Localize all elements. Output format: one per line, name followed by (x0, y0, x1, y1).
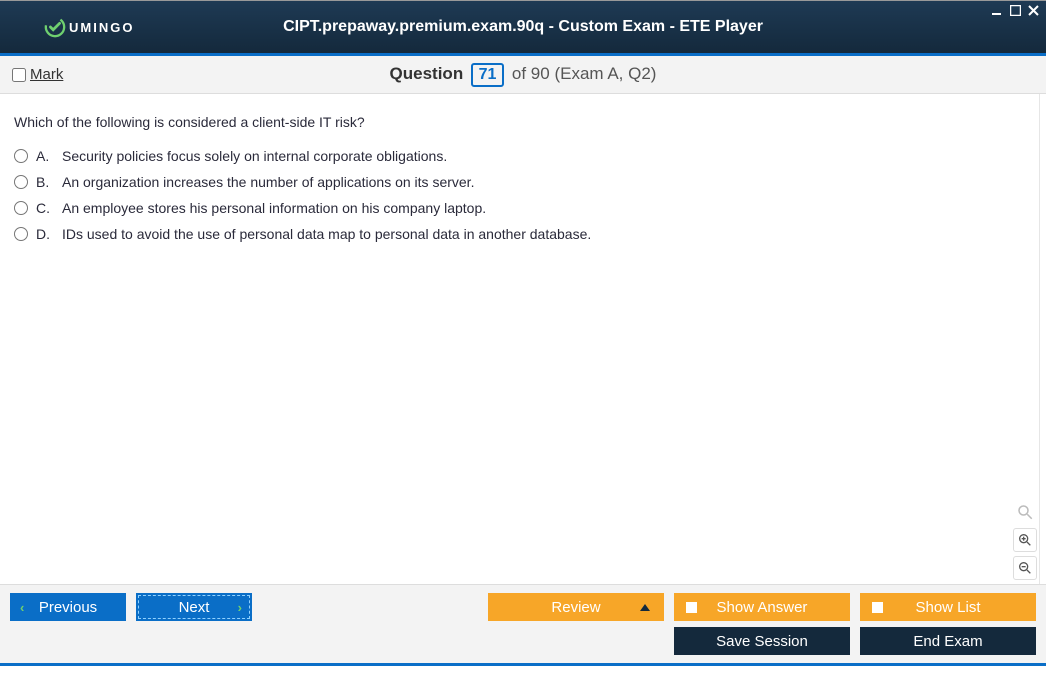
checkmark-icon (44, 16, 66, 38)
next-label: Next (179, 599, 210, 616)
answer-radio[interactable] (14, 149, 28, 163)
divider (0, 663, 1046, 666)
question-number: 71 (471, 63, 505, 87)
review-button[interactable]: Review (488, 593, 664, 621)
answer-letter: B. (36, 174, 54, 190)
chevron-right-icon: › (238, 600, 242, 615)
show-list-label: Show List (915, 599, 980, 616)
stop-icon (872, 602, 883, 613)
window-title: CIPT.prepaway.premium.exam.90q - Custom … (0, 18, 1046, 36)
save-session-label: Save Session (716, 633, 808, 650)
zoom-in-icon[interactable] (1013, 528, 1037, 552)
previous-button[interactable]: ‹ Previous (10, 593, 126, 621)
stop-icon (686, 602, 697, 613)
show-answer-label: Show Answer (717, 599, 808, 616)
search-icon[interactable] (1013, 500, 1037, 524)
question-counter: Question 71 of 90 (Exam A, Q2) (0, 63, 1046, 87)
info-bar: Mark Question 71 of 90 (Exam A, Q2) (0, 56, 1046, 94)
end-exam-button[interactable]: End Exam (860, 627, 1036, 655)
end-exam-label: End Exam (913, 633, 982, 650)
answer-option[interactable]: B. An organization increases the number … (14, 174, 1025, 190)
answer-list: A. Security policies focus solely on int… (14, 148, 1025, 242)
answer-text: IDs used to avoid the use of personal da… (62, 226, 591, 242)
zoom-out-icon[interactable] (1013, 556, 1037, 580)
answer-radio[interactable] (14, 201, 28, 215)
answer-letter: A. (36, 148, 54, 164)
mark-checkbox[interactable]: Mark (12, 66, 63, 83)
window-controls (990, 3, 1040, 17)
titlebar: UMINGO CIPT.prepaway.premium.exam.90q - … (0, 1, 1046, 53)
answer-letter: D. (36, 226, 54, 242)
brand-text: UMINGO (69, 20, 134, 35)
next-button[interactable]: Next › (136, 593, 252, 621)
answer-text: Security policies focus solely on intern… (62, 148, 447, 164)
answer-letter: C. (36, 200, 54, 216)
answer-option[interactable]: C. An employee stores his personal infor… (14, 200, 1025, 216)
maximize-icon[interactable] (1008, 3, 1022, 17)
review-label: Review (551, 599, 600, 616)
answer-radio[interactable] (14, 227, 28, 241)
window: UMINGO CIPT.prepaway.premium.exam.90q - … (0, 0, 1046, 666)
answer-text: An employee stores his personal informat… (62, 200, 486, 216)
mark-input[interactable] (12, 68, 26, 82)
answer-text: An organization increases the number of … (62, 174, 474, 190)
question-text: Which of the following is considered a c… (14, 114, 1025, 130)
previous-label: Previous (39, 599, 97, 616)
brand-logo: UMINGO (44, 16, 134, 38)
chevron-left-icon: ‹ (20, 600, 24, 615)
minimize-icon[interactable] (990, 3, 1004, 17)
question-of: of 90 (Exam A, Q2) (512, 64, 657, 83)
toolbar: ‹ Previous Next › Review Show Answer Sho… (0, 584, 1046, 663)
mark-label: Mark (30, 66, 63, 83)
answer-option[interactable]: D. IDs used to avoid the use of personal… (14, 226, 1025, 242)
answer-option[interactable]: A. Security policies focus solely on int… (14, 148, 1025, 164)
triangle-up-icon (640, 604, 650, 611)
zoom-tools (1013, 500, 1037, 580)
question-area: Which of the following is considered a c… (0, 94, 1040, 584)
answer-radio[interactable] (14, 175, 28, 189)
show-answer-button[interactable]: Show Answer (674, 593, 850, 621)
question-label: Question (390, 64, 464, 83)
close-icon[interactable] (1026, 3, 1040, 17)
show-list-button[interactable]: Show List (860, 593, 1036, 621)
save-session-button[interactable]: Save Session (674, 627, 850, 655)
